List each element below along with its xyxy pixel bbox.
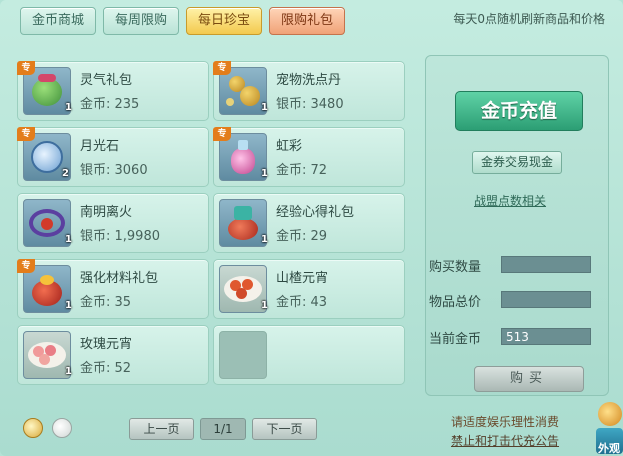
item-price: 金币: 72	[276, 163, 328, 178]
exclusive-badge: 专	[17, 127, 35, 141]
total-field	[501, 291, 591, 308]
buy-button[interactable]: 购买	[474, 366, 584, 392]
item-name: 山楂元宵	[276, 271, 329, 286]
item-name: 南明离火	[80, 205, 133, 220]
item-icon-exp-pack	[219, 199, 267, 247]
next-page-button[interactable]: 下一页	[252, 418, 317, 440]
gold-label: 当前金币	[429, 332, 482, 347]
appearance-shortcut[interactable]: 外观	[594, 400, 623, 456]
qty-label: 购买数量	[429, 260, 482, 275]
total-label: 物品总价	[429, 295, 482, 310]
gold-field: 513	[501, 328, 591, 345]
exclusive-badge: 专	[17, 61, 35, 75]
item-name: 玫瑰元宵	[80, 337, 133, 352]
item-card[interactable]: 专 2 月光石 银币: 3060	[17, 127, 209, 187]
item-price: 金币: 35	[80, 295, 132, 310]
item-price: 金币: 29	[276, 229, 328, 244]
item-qty: 1	[65, 366, 72, 377]
item-price: 银币: 1,9980	[80, 229, 160, 244]
item-card[interactable]: 1 南明离火 银币: 1,9980	[17, 193, 209, 253]
item-price: 金币: 43	[276, 295, 328, 310]
item-price: 银币: 3060	[80, 163, 148, 178]
refresh-notice: 每天0点随机刷新商品和价格	[453, 12, 605, 26]
anti-recharge-notice-link[interactable]: 禁止和打击代充公告	[451, 432, 559, 449]
page-indicator: 1/1	[200, 418, 246, 440]
item-card[interactable]: 1 山楂元宵 金币: 43	[213, 259, 405, 319]
responsible-play-notice: 请适度娱乐理性消费	[451, 415, 560, 429]
item-qty: 1	[65, 300, 72, 311]
item-name: 虹彩	[276, 139, 303, 154]
item-name: 强化材料礼包	[80, 271, 159, 286]
item-qty: 1	[261, 300, 268, 311]
item-card[interactable]: 专 1 强化材料礼包 金币: 35	[17, 259, 209, 319]
item-qty: 1	[65, 102, 72, 113]
qty-field[interactable]	[501, 256, 591, 273]
tab-limited-pack[interactable]: 限购礼包	[269, 7, 345, 35]
appearance-icon	[598, 402, 622, 426]
league-points-link[interactable]: 战盟点数相关	[474, 192, 546, 209]
circle-toggle-icon[interactable]	[52, 418, 72, 438]
item-price: 银币: 3480	[276, 97, 344, 112]
prev-page-button[interactable]: 上一页	[129, 418, 194, 440]
item-card[interactable]: 专 1 灵气礼包 金币: 235	[17, 61, 209, 121]
item-qty: 1	[261, 102, 268, 113]
exclusive-badge: 专	[17, 259, 35, 273]
item-icon-rose-dumpling	[23, 331, 71, 379]
item-price: 金币: 52	[80, 361, 132, 376]
tab-weekly-limit[interactable]: 每周限购	[103, 7, 179, 35]
tab-daily-treasure[interactable]: 每日珍宝	[186, 7, 262, 35]
item-icon-south-fire	[23, 199, 71, 247]
item-qty: 1	[261, 168, 268, 179]
item-name: 经验心得礼包	[276, 205, 355, 220]
item-card[interactable]: 专 1 宠物洗点丹 银币: 3480	[213, 61, 405, 121]
item-name: 宠物洗点丹	[276, 73, 342, 88]
item-qty: 1	[261, 234, 268, 245]
item-qty: 1	[65, 234, 72, 245]
exclusive-badge: 专	[213, 127, 231, 141]
item-name: 月光石	[80, 139, 120, 154]
voucher-exchange-button[interactable]: 金券交易现金	[472, 151, 562, 174]
exclusive-badge: 专	[213, 61, 231, 75]
tab-gold-mall[interactable]: 金币商城	[20, 7, 96, 35]
empty-slot	[219, 331, 267, 379]
appearance-label: 外观	[598, 442, 620, 455]
item-price: 金币: 235	[80, 97, 140, 112]
empty-item-slot	[213, 325, 405, 385]
item-icon-hawthorn-dumpling	[219, 265, 267, 313]
magnifier-icon[interactable]	[23, 418, 43, 438]
item-card[interactable]: 专 1 虹彩 金币: 72	[213, 127, 405, 187]
item-name: 灵气礼包	[80, 73, 133, 88]
item-card[interactable]: 1 玫瑰元宵 金币: 52	[17, 325, 209, 385]
item-card[interactable]: 1 经验心得礼包 金币: 29	[213, 193, 405, 253]
gold-topup-button[interactable]: 金币充值	[455, 91, 583, 131]
item-qty: 2	[62, 168, 69, 179]
